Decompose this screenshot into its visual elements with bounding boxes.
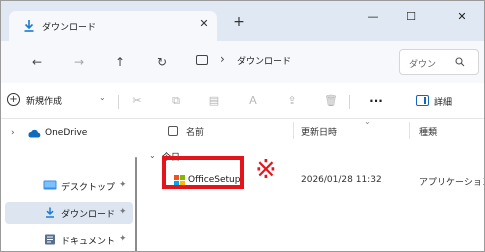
sidebar-item-label: OneDrive — [45, 128, 88, 138]
new-tab-button[interactable]: + — [231, 14, 247, 30]
new-button[interactable]: + 新規作成 ⌄ — [7, 91, 109, 111]
more-options-button[interactable]: ··· — [368, 93, 384, 109]
paste-icon[interactable]: ▤ — [206, 93, 222, 109]
tab-downloads[interactable]: ダウンロード ✕ — [9, 11, 217, 41]
chevron-down-icon: ⌄ — [99, 93, 106, 102]
file-type: アプリケーション — [419, 178, 485, 188]
onedrive-cloud-icon — [28, 129, 41, 138]
select-all-checkbox[interactable] — [168, 126, 178, 136]
rename-icon[interactable]: Ａ — [245, 93, 261, 109]
file-date: 2026/01/28 11:32 — [301, 175, 382, 185]
chevron-down-icon: ⌄ — [149, 151, 156, 160]
column-header-type[interactable]: 種類 — [419, 125, 437, 138]
file-list: 名前 更新日時 ⌄ 種類 ⌄ 今日 OfficeSetup 2026/01/28… — [141, 117, 485, 251]
sidebar-item-label: ダウンロード — [61, 210, 116, 220]
reference-mark: ※ — [255, 155, 277, 185]
close-window-button[interactable]: ✕ — [447, 7, 477, 27]
back-button[interactable]: ← — [28, 53, 46, 71]
chevron-right-icon[interactable]: › — [11, 128, 15, 138]
navigation-bar: ← → ↑ ↻ › ダウンロード ダウン — [1, 41, 484, 83]
column-header-name[interactable]: 名前 — [186, 125, 204, 138]
details-pane-button[interactable]: 詳細 — [416, 93, 480, 109]
share-icon[interactable]: ⇪ — [284, 93, 300, 109]
column-divider[interactable] — [293, 122, 294, 139]
copy-icon[interactable]: ⧉ — [168, 93, 184, 109]
sidebar-item-documents[interactable]: ドキュメント ✦ — [5, 229, 133, 251]
navigation-pane: › OneDrive デスクトップ ✦ ダウンロード ✦ ドキュメント ✦ — [1, 119, 141, 251]
desktop-icon — [43, 180, 57, 190]
sidebar-item-onedrive[interactable]: › OneDrive — [5, 123, 133, 145]
new-button-label: 新規作成 — [26, 97, 63, 107]
toolbar-divider — [118, 95, 119, 109]
command-bar: + 新規作成 ⌄ ✂ ⧉ ▤ Ａ ⇪ 🗑 ··· 詳細 — [1, 83, 484, 119]
column-header-row: 名前 更新日時 ⌄ 種類 — [141, 117, 484, 141]
sidebar-item-label: ドキュメント — [61, 237, 116, 247]
address-separator: › — [220, 52, 225, 66]
document-icon — [45, 234, 55, 245]
forward-button[interactable]: → — [70, 53, 88, 71]
maximize-button[interactable]: ☐ — [396, 7, 426, 27]
sort-chevron-icon: ⌄ — [364, 117, 371, 126]
file-explorer-window: ダウンロード ✕ + — ☐ ✕ ← → ↑ ↻ › ダウンロード ダウン + … — [0, 0, 485, 252]
sidebar-item-label: デスクトップ — [61, 183, 116, 193]
tab-close-icon[interactable]: ✕ — [197, 17, 211, 31]
sidebar-item-desktop[interactable]: デスクトップ ✦ — [5, 175, 133, 197]
highlight-box — [162, 156, 244, 189]
title-bar: ダウンロード ✕ + — ☐ ✕ — [1, 1, 484, 41]
details-label: 詳細 — [434, 98, 453, 108]
search-icon — [455, 57, 465, 67]
sidebar-item-downloads[interactable]: ダウンロード ✦ — [5, 202, 133, 224]
tab-title: ダウンロード — [42, 23, 97, 33]
pin-icon[interactable]: ✦ — [119, 180, 127, 190]
download-arrow-icon — [46, 207, 54, 218]
refresh-button[interactable]: ↻ — [153, 53, 171, 71]
address-bar[interactable]: ダウンロード — [237, 54, 291, 67]
toolbar-divider — [349, 95, 350, 109]
delete-icon[interactable]: 🗑 — [323, 93, 339, 109]
search-placeholder: ダウン — [409, 60, 437, 70]
plus-circle-icon: + — [7, 93, 20, 106]
cut-icon[interactable]: ✂ — [129, 93, 145, 109]
minimize-button[interactable]: — — [358, 7, 388, 27]
details-pane-icon — [416, 95, 429, 106]
search-input[interactable]: ダウン — [399, 49, 479, 75]
pin-icon[interactable]: ✦ — [119, 234, 127, 244]
download-arrow-icon — [24, 20, 34, 32]
up-button[interactable]: ↑ — [111, 53, 129, 71]
column-divider[interactable] — [409, 122, 410, 139]
monitor-icon — [196, 55, 208, 65]
pin-icon[interactable]: ✦ — [119, 207, 127, 217]
column-header-date[interactable]: 更新日時 — [301, 125, 337, 138]
sidebar-scrollbar[interactable] — [135, 157, 137, 251]
